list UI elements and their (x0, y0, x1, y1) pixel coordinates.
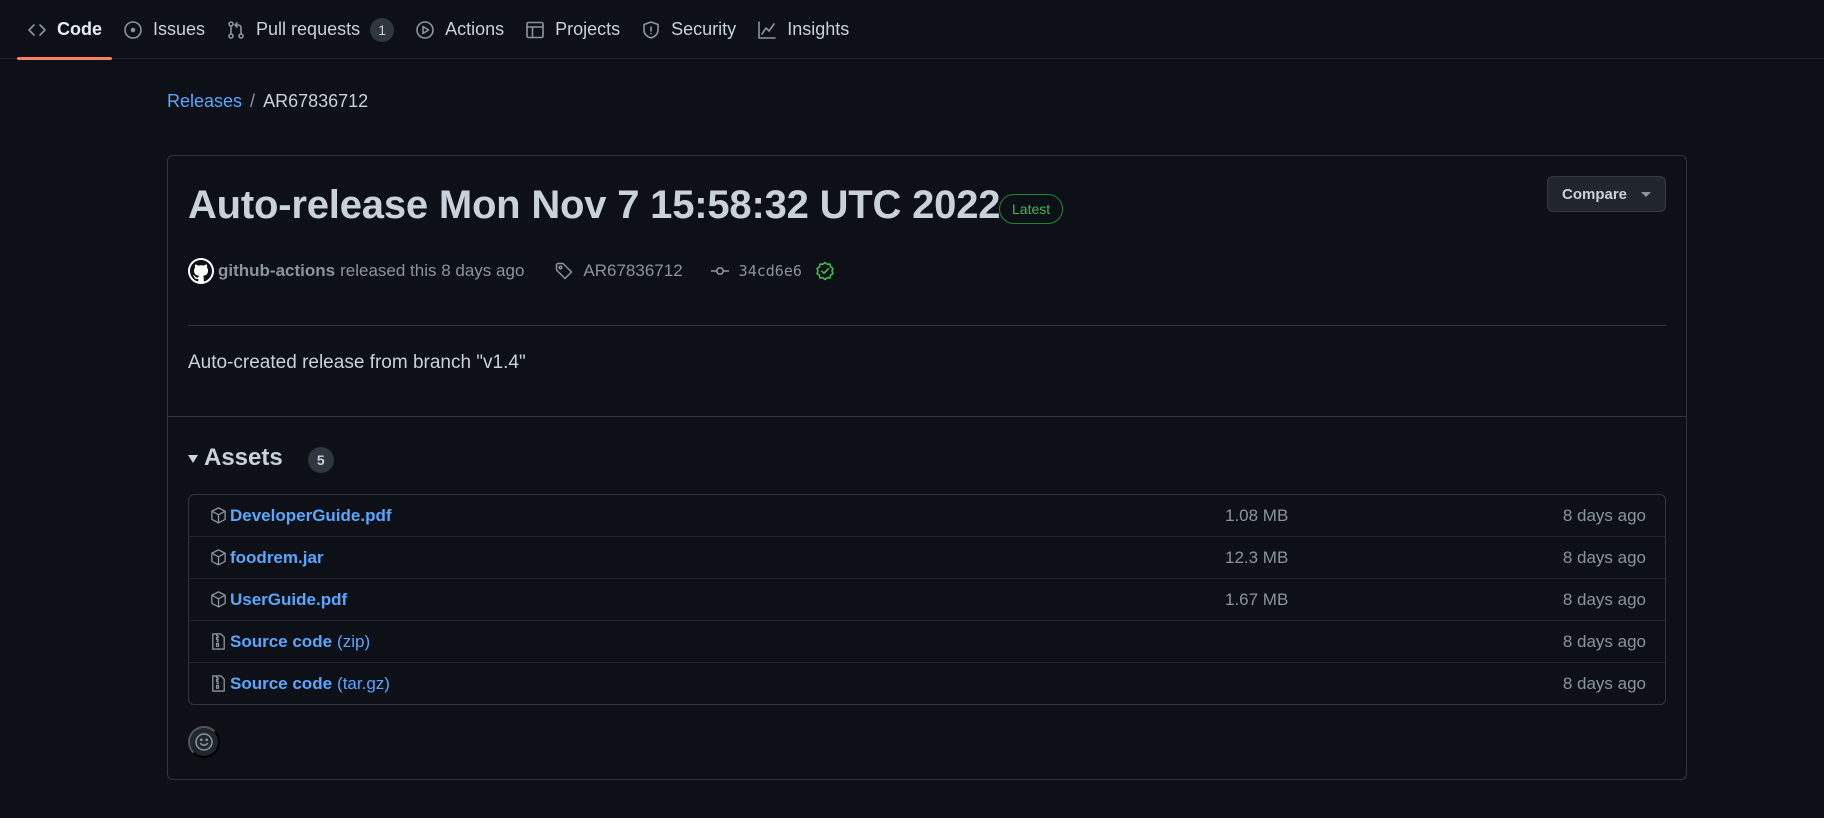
released-text: released this 8 days ago (340, 261, 525, 280)
tab-issues[interactable]: Issues (113, 0, 215, 59)
release-tag: AR67836712 (583, 261, 683, 280)
asset-row: UserGuide.pdf 1.67 MB 8 days ago (189, 578, 1665, 620)
compare-button-label: Compare (1561, 185, 1628, 203)
graph-icon (758, 20, 776, 39)
compare-button[interactable]: Compare (1547, 176, 1666, 212)
shield-icon (643, 20, 659, 39)
breadcrumb-releases-link[interactable]: Releases (167, 91, 242, 112)
file-zip-icon (212, 633, 225, 650)
verified-check-icon[interactable] (815, 261, 835, 281)
git-commit-icon (710, 267, 729, 276)
release-author-link[interactable]: github-actions (218, 261, 335, 281)
asset-format: (zip) (337, 631, 371, 651)
asset-date: 8 days ago (1562, 631, 1646, 651)
asset-date: 8 days ago (1562, 589, 1646, 609)
package-icon (211, 549, 226, 566)
release-meta: github-actions released this 8 days ago … (188, 256, 1188, 286)
tab-insights-label: Insights (787, 19, 850, 39)
tab-issues-label: Issues (153, 19, 206, 39)
asset-size: 1.08 MB (1225, 505, 1289, 525)
asset-size: 12.3 MB (1225, 547, 1289, 567)
asset-format: (tar.gz) (337, 673, 390, 693)
asset-size: 1.67 MB (1225, 589, 1289, 609)
tab-security-label: Security (671, 19, 737, 39)
package-icon (211, 507, 226, 524)
release-title[interactable]: Auto-release Mon Nov 7 15:58:32 UTC 2022 (188, 183, 1000, 228)
triangle-down-icon (188, 455, 198, 463)
asset-row: Source code (tar.gz) 8 days ago (189, 662, 1665, 704)
assets-count: 5 (307, 447, 334, 473)
breadcrumb-current: AR67836712 (263, 91, 369, 111)
asset-link[interactable]: Source code (zip) (230, 632, 370, 652)
asset-date: 8 days ago (1562, 673, 1646, 693)
tag-icon (556, 262, 573, 280)
smiley-icon (195, 733, 213, 751)
release-body: Auto-created release from branch "v1.4" (188, 352, 526, 373)
add-reaction-button[interactable] (188, 726, 220, 758)
asset-link[interactable]: Source code (tar.gz) (230, 674, 390, 694)
github-mark-icon (190, 260, 212, 282)
asset-row: foodrem.jar 12.3 MB 8 days ago (189, 536, 1665, 578)
commit-sha: 34cd6e6 (738, 262, 802, 280)
assets-title: Assets (204, 444, 283, 471)
asset-link-label: Source code (230, 631, 333, 651)
release-commit-link[interactable]: 34cd6e6 (710, 261, 835, 281)
package-icon (211, 591, 226, 608)
breadcrumb-separator: / (250, 91, 256, 111)
assets-toggle[interactable]: Assets 5 (188, 443, 334, 473)
tab-pull-requests-label: Pull requests (256, 19, 361, 39)
asset-link-label: Source code (230, 673, 333, 693)
asset-link[interactable]: DeveloperGuide.pdf (230, 506, 392, 526)
git-pull-request-icon (228, 20, 244, 39)
tab-pull-requests[interactable]: Pull requests 1 (216, 0, 404, 59)
breadcrumb: Releases / AR67836712 (167, 91, 368, 112)
asset-link[interactable]: UserGuide.pdf (230, 590, 347, 610)
tab-actions[interactable]: Actions (405, 0, 514, 59)
latest-badge: Latest (999, 194, 1064, 224)
repo-nav: Code Issues Pull requests 1 Actions Proj… (0, 0, 1824, 60)
asset-date: 8 days ago (1562, 505, 1646, 525)
tab-projects[interactable]: Projects (515, 0, 630, 59)
release-tag-link[interactable]: AR67836712 (554, 261, 683, 281)
tab-code[interactable]: Code (17, 0, 112, 60)
file-zip-icon (212, 675, 225, 692)
play-icon (416, 20, 434, 39)
asset-link[interactable]: foodrem.jar (230, 548, 324, 568)
tab-insights[interactable]: Insights (747, 0, 859, 59)
chevron-down-icon (1641, 191, 1652, 197)
assets-divider (168, 416, 1686, 417)
tab-code-label: Code (57, 19, 102, 39)
assets-list: DeveloperGuide.pdf 1.08 MB 8 days ago fo… (188, 494, 1666, 705)
issue-opened-icon (124, 20, 142, 39)
code-icon (28, 23, 46, 36)
asset-row: DeveloperGuide.pdf 1.08 MB 8 days ago (189, 495, 1665, 536)
header-divider (188, 325, 1666, 326)
asset-date: 8 days ago (1562, 547, 1646, 567)
tab-projects-label: Projects (555, 19, 621, 39)
table-icon (526, 21, 544, 38)
pull-requests-counter: 1 (370, 17, 395, 42)
release-card: Auto-release Mon Nov 7 15:58:32 UTC 2022… (167, 155, 1687, 780)
avatar[interactable] (188, 258, 214, 284)
tab-actions-label: Actions (445, 19, 505, 39)
tab-security[interactable]: Security (631, 0, 746, 59)
asset-row: Source code (zip) 8 days ago (189, 620, 1665, 662)
